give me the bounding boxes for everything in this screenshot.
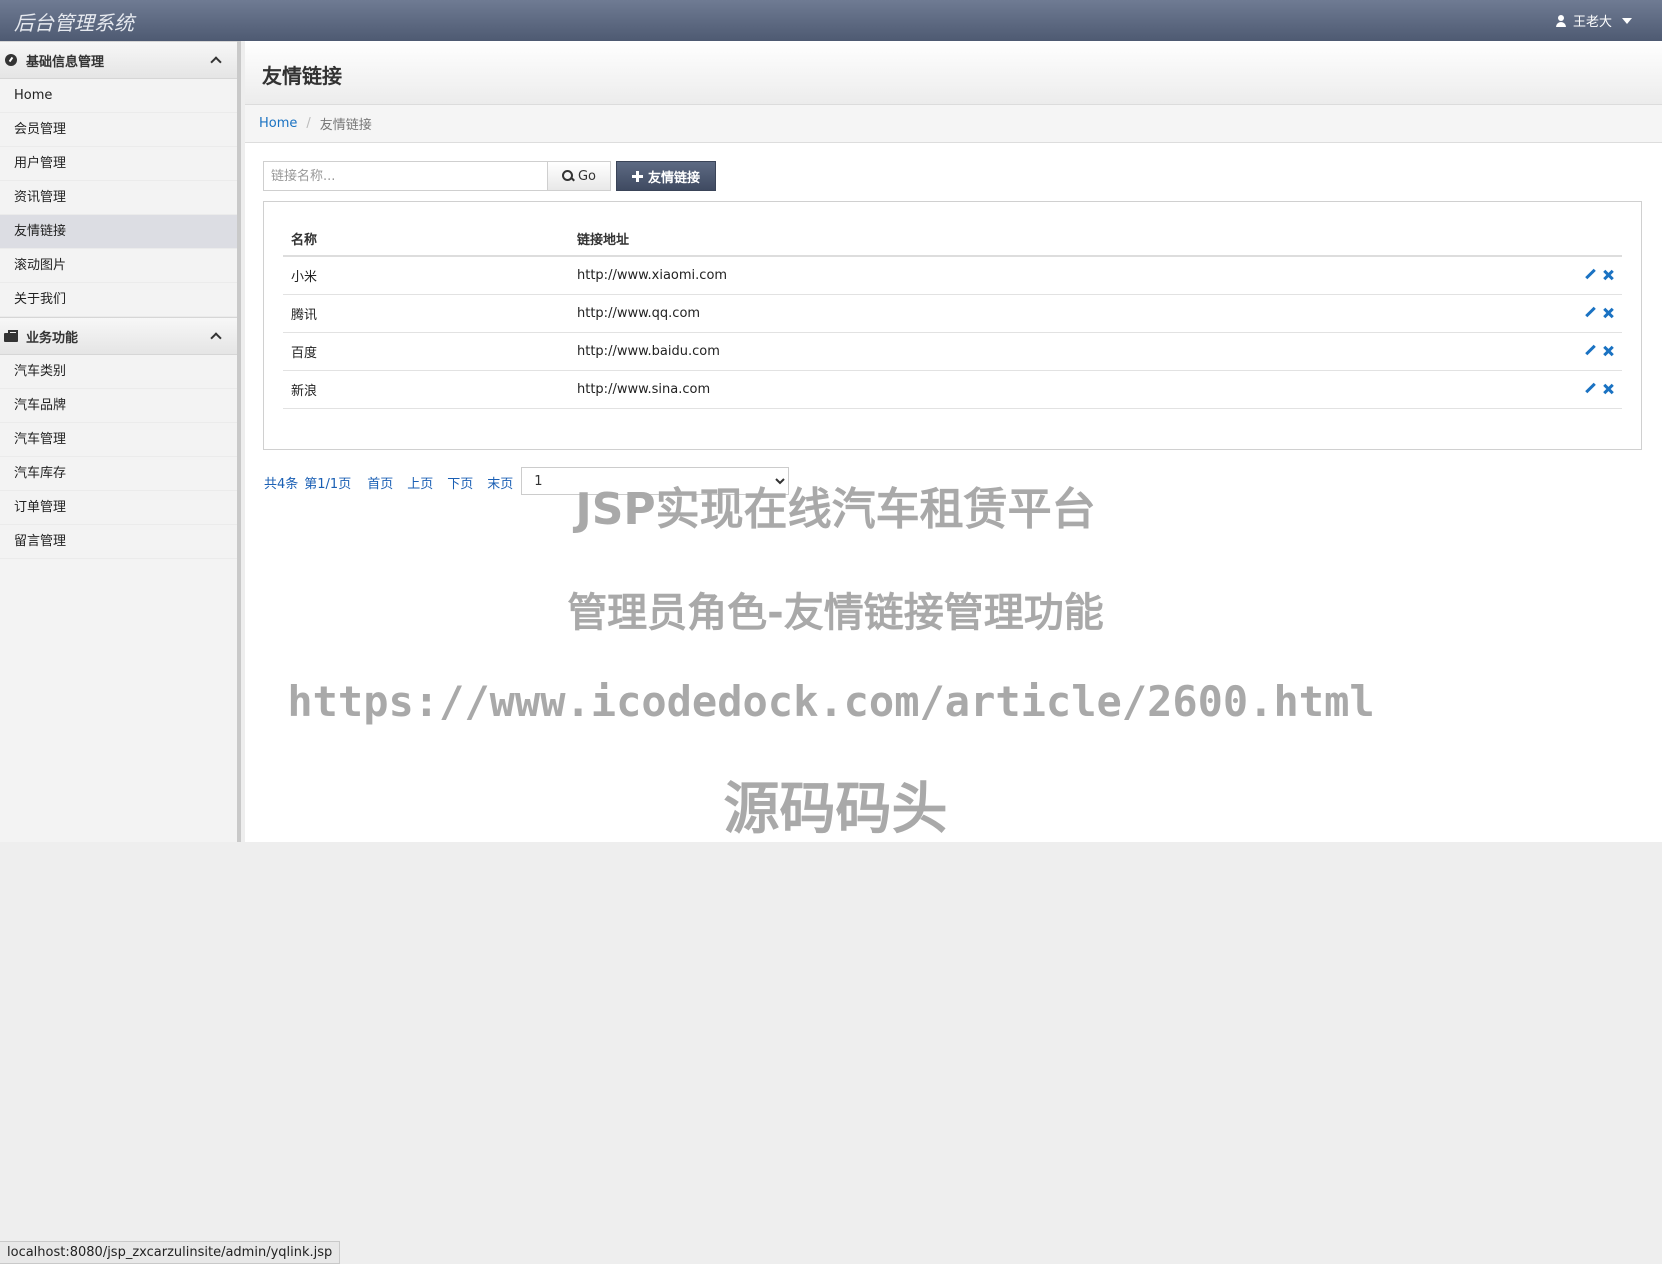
sidebar-item-home[interactable]: Home — [0, 79, 237, 113]
edit-pencil-icon[interactable] — [1584, 345, 1596, 357]
cell-url: http://www.xiaomi.com — [569, 256, 1386, 295]
delete-close-icon[interactable] — [1602, 383, 1614, 395]
user-menu[interactable]: 王老大 — [1555, 11, 1632, 30]
row-actions — [1385, 370, 1622, 409]
user-name: 王老大 — [1572, 15, 1612, 30]
search-input[interactable] — [263, 161, 547, 191]
cell-url: http://www.qq.com — [569, 294, 1386, 333]
add-button-label: 友情链接 — [647, 170, 700, 186]
cell-name: 新浪 — [283, 370, 569, 409]
overlay-url: https://www.icodedock.com/article/2600.h… — [287, 677, 1375, 726]
sidebar-group-business[interactable]: 业务功能 — [0, 317, 237, 355]
table-row: 小米 http://www.xiaomi.com — [283, 256, 1622, 295]
sidebar-item-car-categories[interactable]: 汽车类别 — [0, 355, 237, 389]
sidebar-item-car-brands[interactable]: 汽车品牌 — [0, 389, 237, 423]
overlay-title: JSP实现在线汽车租赁平台 — [575, 484, 1096, 535]
delete-close-icon[interactable] — [1602, 269, 1614, 281]
cell-name: 百度 — [283, 332, 569, 371]
sidebar-item-members[interactable]: 会员管理 — [0, 113, 237, 147]
dashboard-icon — [4, 54, 18, 66]
page-header: 友情链接 — [245, 41, 1662, 105]
column-header-actions — [1385, 222, 1622, 257]
table-row: 新浪 http://www.sina.com — [283, 370, 1622, 409]
sidebar-group-label: 基础信息管理 — [26, 54, 105, 70]
briefcase-icon — [4, 330, 18, 342]
user-icon — [1555, 14, 1567, 28]
links-table-panel: 名称 链接地址 小米 http://www.xiaomi.com 腾讯 http… — [263, 201, 1642, 450]
overlay-site-name: 源码码头 — [723, 777, 948, 842]
edit-pencil-icon[interactable] — [1584, 269, 1596, 281]
top-navbar: 后台管理系统 王老大 — [0, 0, 1662, 41]
breadcrumb-home-link[interactable]: Home — [259, 116, 297, 131]
toolbar: Go 友情链接 — [263, 161, 716, 191]
delete-close-icon[interactable] — [1602, 307, 1614, 319]
chevron-up-icon[interactable] — [211, 331, 221, 341]
sidebar-item-users[interactable]: 用户管理 — [0, 147, 237, 181]
table-row: 百度 http://www.baidu.com — [283, 332, 1622, 371]
sidebar-item-cars[interactable]: 汽车管理 — [0, 423, 237, 457]
brand-title: 后台管理系统 — [14, 11, 134, 35]
go-button[interactable]: Go — [547, 161, 611, 191]
chevron-up-icon[interactable] — [211, 55, 221, 65]
row-actions — [1385, 332, 1622, 371]
cell-name: 小米 — [283, 256, 569, 295]
sidebar-item-friend-links[interactable]: 友情链接 — [0, 215, 237, 249]
breadcrumb-separator: / — [306, 116, 311, 131]
breadcrumb-current: 友情链接 — [319, 118, 372, 133]
overlay-subtitle: 管理员角色-友情链接管理功能 — [567, 590, 1104, 636]
cell-url: http://www.sina.com — [569, 370, 1386, 409]
caret-down-icon — [1622, 17, 1632, 24]
browser-status-bar: localhost:8080/jsp_zxcarzulinsite/admin/… — [0, 1241, 341, 1264]
search-icon — [561, 170, 574, 182]
column-header-name: 名称 — [283, 222, 569, 257]
row-actions — [1385, 256, 1622, 295]
edit-pencil-icon[interactable] — [1584, 307, 1596, 319]
sidebar-item-slides[interactable]: 滚动图片 — [0, 249, 237, 283]
sidebar-group-label: 业务功能 — [26, 330, 79, 346]
sidebar-item-news[interactable]: 资讯管理 — [0, 181, 237, 215]
sidebar-group-basic-info[interactable]: 基础信息管理 — [0, 41, 237, 79]
page-title: 友情链接 — [262, 64, 342, 88]
edit-pencil-icon[interactable] — [1584, 383, 1596, 395]
cell-name: 腾讯 — [283, 294, 569, 333]
row-actions — [1385, 294, 1622, 333]
table-header-row: 名称 链接地址 — [283, 222, 1622, 257]
add-friend-link-button[interactable]: 友情链接 — [616, 161, 716, 191]
go-button-label: Go — [577, 168, 597, 184]
cell-url: http://www.baidu.com — [569, 332, 1386, 371]
plus-icon — [631, 170, 643, 182]
table-row: 腾讯 http://www.qq.com — [283, 294, 1622, 333]
column-header-url: 链接地址 — [569, 222, 1386, 257]
sidebar-item-about[interactable]: 关于我们 — [0, 283, 237, 317]
links-table: 名称 链接地址 小米 http://www.xiaomi.com 腾讯 http… — [283, 222, 1622, 409]
breadcrumb: Home / 友情链接 — [245, 105, 1662, 143]
delete-close-icon[interactable] — [1602, 345, 1614, 357]
